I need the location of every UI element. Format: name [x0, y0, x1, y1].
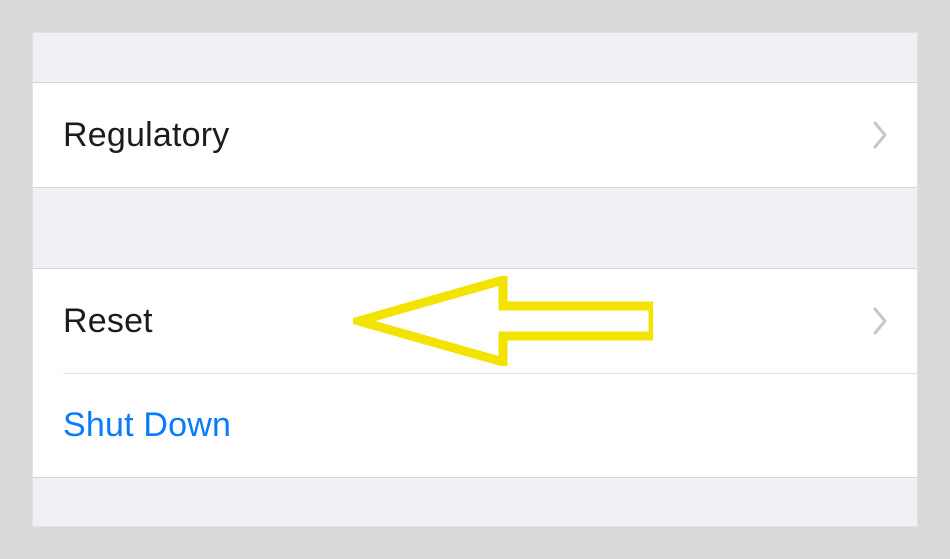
section-gap-top [33, 33, 917, 83]
settings-panel: Regulatory Reset Shut Down [32, 32, 918, 527]
section-gap-bottom [33, 477, 917, 526]
row-regulatory-label: Regulatory [63, 116, 873, 155]
row-shut-down-label: Shut Down [63, 406, 889, 445]
chevron-right-icon [873, 307, 889, 335]
chevron-right-icon [873, 121, 889, 149]
section-gap-mid [33, 187, 917, 269]
row-reset[interactable]: Reset [33, 269, 917, 373]
row-shut-down[interactable]: Shut Down [33, 373, 917, 477]
group-legal: Regulatory [33, 83, 917, 187]
group-system: Reset Shut Down [33, 269, 917, 477]
row-reset-label: Reset [63, 302, 873, 341]
row-regulatory[interactable]: Regulatory [33, 83, 917, 187]
